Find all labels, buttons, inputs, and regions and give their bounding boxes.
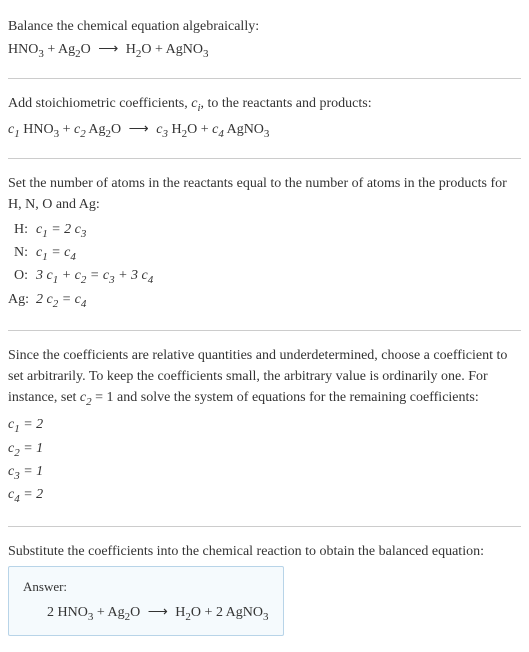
coeff-c3: c3 = 1 xyxy=(8,461,521,484)
answer-box: Answer: 2 HNO3 + Ag2O ⟶ H2O + 2 AgNO3 xyxy=(8,566,284,637)
plus-sign: + xyxy=(47,42,58,57)
reactant-1: HNO3 xyxy=(23,122,59,137)
arrow-icon: ⟶ xyxy=(129,119,149,140)
product-1: H2O xyxy=(175,605,201,620)
plus-sign: + xyxy=(155,42,166,57)
atom-equation: c1 = 2 c3 xyxy=(36,219,86,242)
coeff-c1: c1 = 2 xyxy=(8,414,521,437)
reactant-1: HNO3 xyxy=(8,42,44,57)
stoich-section: Add stoichiometric coefficients, ci, to … xyxy=(8,85,521,152)
choose-section: Since the coefficients are relative quan… xyxy=(8,337,521,519)
atoms-intro: Set the number of atoms in the reactants… xyxy=(8,173,521,215)
divider xyxy=(8,526,521,527)
choose-text: Since the coefficients are relative quan… xyxy=(8,345,521,410)
divider xyxy=(8,158,521,159)
atom-row-h: H: c1 = 2 c3 xyxy=(8,219,521,242)
atom-equation: 2 c2 = c4 xyxy=(36,289,86,312)
answer-label: Answer: xyxy=(23,577,269,597)
atom-balance-table: H: c1 = 2 c3 N: c1 = c4 O: 3 c1 + c2 = c… xyxy=(8,219,521,312)
atom-equation: c1 = c4 xyxy=(36,242,76,265)
atom-label: O: xyxy=(8,265,36,288)
divider xyxy=(8,330,521,331)
divider xyxy=(8,78,521,79)
product-2: AgNO3 xyxy=(227,122,270,137)
atom-label: H: xyxy=(8,219,36,242)
final-text: Substitute the coefficients into the che… xyxy=(8,541,521,562)
final-section: Substitute the coefficients into the che… xyxy=(8,533,521,645)
intro-text: Balance the chemical equation algebraica… xyxy=(8,16,521,37)
reactant-2: Ag2O xyxy=(58,42,91,57)
atom-row-ag: Ag: 2 c2 = c4 xyxy=(8,289,521,312)
reactant-2: Ag2O xyxy=(107,605,140,620)
stoich-equation: c1 HNO3 + c2 Ag2O ⟶ c3 H2O + c4 AgNO3 xyxy=(8,119,521,142)
reactant-2: Ag2O xyxy=(88,122,121,137)
product-2: AgNO3 xyxy=(166,42,209,57)
atom-label: Ag: xyxy=(8,289,36,312)
atom-label: N: xyxy=(8,242,36,265)
arrow-icon: ⟶ xyxy=(98,39,118,60)
atom-equation: 3 c1 + c2 = c3 + 3 c4 xyxy=(36,265,153,288)
product-1: H2O xyxy=(171,122,197,137)
intro-section: Balance the chemical equation algebraica… xyxy=(8,8,521,72)
product-1: H2O xyxy=(126,42,152,57)
arrow-icon: ⟶ xyxy=(148,602,168,623)
atom-row-o: O: 3 c1 + c2 = c3 + 3 c4 xyxy=(8,265,521,288)
atom-row-n: N: c1 = c4 xyxy=(8,242,521,265)
reactant-1: HNO3 xyxy=(58,605,94,620)
unbalanced-equation: HNO3 + Ag2O ⟶ H2O + AgNO3 xyxy=(8,39,521,62)
stoich-text: Add stoichiometric coefficients, ci, to … xyxy=(8,93,521,116)
coefficient-list: c1 = 2 c2 = 1 c3 = 1 c4 = 2 xyxy=(8,414,521,507)
balanced-equation: 2 HNO3 + Ag2O ⟶ H2O + 2 AgNO3 xyxy=(23,602,269,625)
coeff-c4: c4 = 2 xyxy=(8,484,521,507)
atoms-section: Set the number of atoms in the reactants… xyxy=(8,165,521,324)
product-2: AgNO3 xyxy=(226,605,269,620)
coeff-c2: c2 = 1 xyxy=(8,438,521,461)
